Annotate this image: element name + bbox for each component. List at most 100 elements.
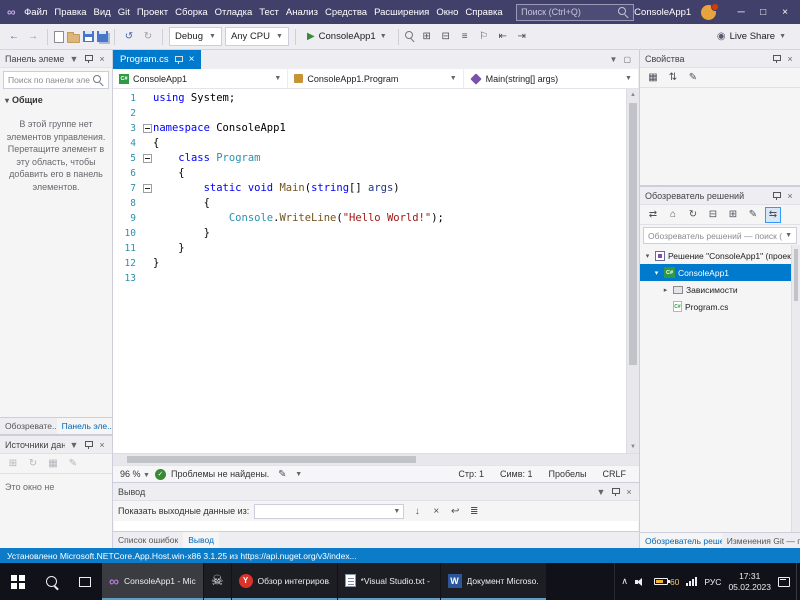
chevron-expanded-icon[interactable]: ▾ <box>643 252 652 260</box>
volume-icon[interactable] <box>634 577 647 587</box>
chevron-expanded-icon[interactable]: ▾ <box>652 269 661 277</box>
refresh-icon[interactable]: ↻ <box>25 456 41 472</box>
horizontal-scrollbar-thumb[interactable] <box>127 456 417 463</box>
toolbox-search-box[interactable]: Поиск по панели элементов <box>3 71 109 89</box>
tab-program-cs[interactable]: Program.cs × <box>113 50 202 69</box>
output-body[interactable] <box>114 521 638 531</box>
menu-item[interactable]: Расширения <box>372 4 432 21</box>
show-desktop-button[interactable] <box>796 563 800 600</box>
bottom-panel-tab[interactable]: Вывод <box>183 532 219 548</box>
close-icon[interactable]: × <box>785 54 795 64</box>
vertical-scrollbar[interactable]: ▲ ▼ <box>626 89 639 453</box>
close-icon[interactable]: × <box>97 54 107 64</box>
taskbar-app-button[interactable]: ∞ ConsoleApp1 - Mic... <box>102 563 203 600</box>
tab-close-icon[interactable]: × <box>189 54 195 65</box>
line-indicator[interactable]: Стр: 1 <box>458 469 484 479</box>
tab-pin-icon[interactable] <box>174 55 184 65</box>
undo-icon[interactable]: ↺ <box>121 29 137 45</box>
menu-item[interactable]: Вид <box>91 4 113 21</box>
save-all-icon[interactable] <box>97 31 108 42</box>
collapse-region-icon[interactable] <box>142 184 152 193</box>
taskbar-app-button[interactable]: *Visual Studio.txt - ... <box>337 563 440 600</box>
open-folder-icon[interactable] <box>67 31 80 43</box>
pin-icon[interactable] <box>84 54 93 64</box>
bottom-panel-tab[interactable]: Список ошибок <box>113 532 183 548</box>
alphabetical-icon[interactable]: ⇅ <box>665 70 681 86</box>
categorized-icon[interactable]: ▦ <box>645 70 661 86</box>
horizontal-scrollbar[interactable] <box>113 453 639 465</box>
platform-combo[interactable]: Any CPU ▼ <box>224 27 289 46</box>
redo-icon[interactable]: ↻ <box>140 29 156 45</box>
menu-item[interactable]: Правка <box>52 4 89 21</box>
menu-item[interactable]: Окно <box>434 4 461 21</box>
panel-scrollbar-thumb[interactable] <box>794 249 798 301</box>
chevron-collapsed-icon[interactable]: ▸ <box>661 286 670 294</box>
active-files-icon[interactable]: ▼ <box>610 55 618 64</box>
add-data-source-icon[interactable]: ⊞ <box>5 456 21 472</box>
column-indicator[interactable]: Симв: 1 <box>500 469 533 479</box>
scroll-down-icon[interactable]: ▼ <box>627 441 639 453</box>
debug-target-combo[interactable]: Debug ▼ <box>169 27 222 46</box>
start-button[interactable] <box>0 563 34 600</box>
close-icon[interactable]: × <box>785 191 795 201</box>
edit-icon[interactable]: ✎ <box>65 456 81 472</box>
pin-icon[interactable] <box>772 54 781 64</box>
find-in-files-icon[interactable] <box>404 31 416 42</box>
clear-all-icon[interactable]: × <box>428 503 444 519</box>
battery-indicator[interactable]: 60 <box>653 577 679 587</box>
collapse-all-icon[interactable]: ⊟ <box>705 207 721 223</box>
property-pages-icon[interactable]: ✎ <box>685 70 701 86</box>
menu-item[interactable]: Тест <box>257 4 282 21</box>
close-icon[interactable]: × <box>624 487 634 497</box>
solution-search-box[interactable]: Обозреватель решений — поиск (Ctrl+;) ▼ <box>643 227 797 244</box>
float-window-icon[interactable]: ▢ <box>623 55 631 64</box>
toolbox-group-general[interactable]: ▾ Общие <box>0 92 112 108</box>
zoom-select[interactable]: 96 % ▼ <box>120 469 150 479</box>
menu-item[interactable]: Справка <box>463 4 505 21</box>
panel-scrollbar[interactable] <box>791 245 800 532</box>
navigate-backward-icon[interactable]: ← <box>6 29 22 45</box>
decrease-indent-icon[interactable]: ⇤ <box>495 29 511 45</box>
home-icon[interactable]: ⌂ <box>665 207 681 223</box>
toolbox-tab[interactable]: Обозревате... <box>0 418 57 434</box>
toggle-word-wrap-icon[interactable]: ↩ <box>447 503 463 519</box>
taskbar-app-button[interactable]: Y Обзор интегриров... <box>231 563 337 600</box>
health-check-icon[interactable]: ✓ <box>154 468 166 480</box>
spaces-indicator[interactable]: Пробелы <box>549 469 587 479</box>
switch-views-icon[interactable]: ⇄ <box>645 207 661 223</box>
right-dock-tab[interactable]: Обозреватель реше... <box>640 533 722 548</box>
taskbar-search-button[interactable] <box>34 563 68 600</box>
menu-item[interactable]: Анализ <box>283 4 320 21</box>
pin-icon[interactable] <box>772 191 781 201</box>
minimize-button[interactable]: ─ <box>730 0 752 24</box>
right-dock-tab[interactable]: Изменения Git — п... <box>722 533 800 548</box>
messages-list-icon[interactable]: ≣ <box>466 503 482 519</box>
code-cleanup-icon[interactable]: ✎ <box>274 466 290 482</box>
refresh-icon[interactable]: ↻ <box>685 207 701 223</box>
vertical-scrollbar-thumb[interactable] <box>629 103 637 366</box>
show-whitespace-icon[interactable]: ≡ <box>457 29 473 45</box>
method-dropdown[interactable]: Main(string[] args) ▼ <box>464 69 639 88</box>
taskbar-clock[interactable]: 17:31 05.02.2023 <box>728 571 771 593</box>
code-area[interactable]: 1 using System; 2 3 namespace ConsoleApp1 4{5… <box>113 91 626 453</box>
scroll-up-icon[interactable]: ▲ <box>627 89 639 101</box>
collapse-region-icon[interactable] <box>142 154 152 163</box>
window-menu-icon[interactable]: ▼ <box>69 440 79 450</box>
user-avatar[interactable] <box>701 2 720 20</box>
navigate-forward-icon[interactable]: → <box>25 29 41 45</box>
window-menu-icon[interactable]: ▼ <box>596 487 606 497</box>
increase-indent-icon[interactable]: ⇥ <box>514 29 530 45</box>
breakpoints-window-icon[interactable]: ⊟ <box>438 29 454 45</box>
new-file-icon[interactable] <box>54 30 64 43</box>
menu-item[interactable]: Отладка <box>212 4 255 21</box>
live-share-button[interactable]: ◉ Live Share ▼ <box>717 31 786 42</box>
tree-item[interactable]: ▾ C# ConsoleApp1 <box>640 264 800 281</box>
menu-item[interactable]: Файл <box>22 4 50 21</box>
save-icon[interactable] <box>83 31 94 42</box>
network-icon[interactable] <box>686 577 698 586</box>
tree-item[interactable]: C# Program.cs <box>640 298 800 315</box>
taskbar-app-button[interactable]: ☠ <box>203 563 231 600</box>
start-debugging-button[interactable]: ▶ ConsoleApp1 ▼ <box>302 27 392 47</box>
line-ending-indicator[interactable]: CRLF <box>602 469 626 479</box>
tree-item[interactable]: ▾ Решение "ConsoleApp1" (проекты: 1 из 1) <box>640 247 800 264</box>
